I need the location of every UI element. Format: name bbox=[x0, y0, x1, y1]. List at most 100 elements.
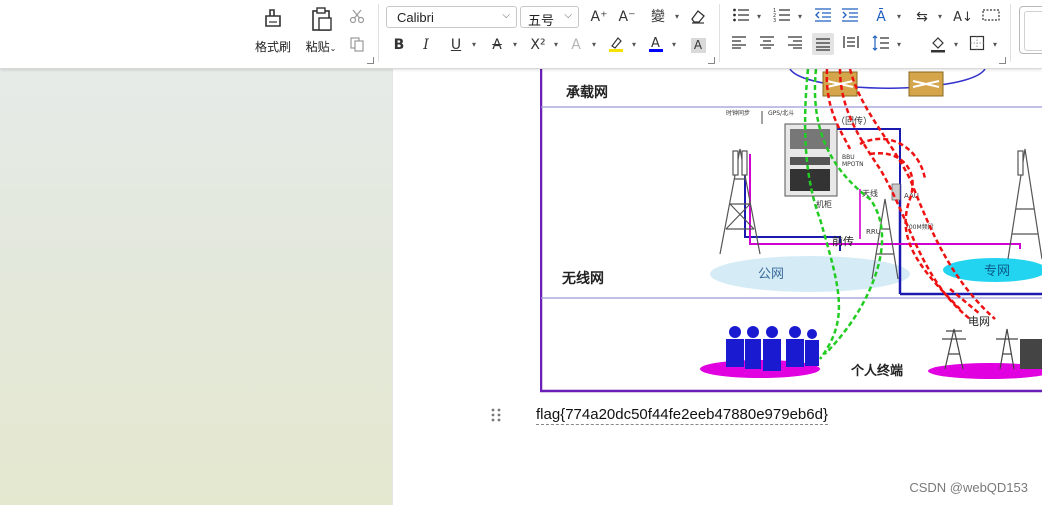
phonetic-icon: 變 bbox=[651, 9, 665, 25]
grid-label: 电网 bbox=[968, 315, 990, 328]
line-spacing-button[interactable]: ▾ bbox=[870, 35, 901, 55]
grow-font-icon: A⁺ bbox=[590, 9, 608, 25]
font-size-value: 五号 bbox=[528, 13, 555, 28]
terminal-label: 个人终端 bbox=[850, 363, 903, 379]
highlight-button[interactable]: ▾ bbox=[605, 35, 636, 55]
strikethrough-button[interactable]: A ▾ bbox=[486, 35, 517, 55]
text-direction-button[interactable]: ⇆ ▾ bbox=[911, 7, 942, 27]
strikethrough-icon: A bbox=[492, 37, 502, 53]
phonetic-guide-button[interactable]: 變 ▾ bbox=[646, 7, 679, 27]
ribbon-separator bbox=[378, 4, 379, 62]
bullets-button[interactable]: ▾ bbox=[730, 7, 761, 27]
left-margin-area bbox=[0, 69, 392, 505]
public-net-label: 公网 bbox=[758, 267, 784, 282]
ribbon-toolbar: 格式刷 粘贴⌄ Calibri ⌵ 五号 ⌵ A⁺ A⁻ 變 ▾ B I U ▾… bbox=[0, 0, 1042, 69]
font-name-select[interactable]: Calibri ⌵ bbox=[386, 6, 517, 28]
drag-handle-icon[interactable] bbox=[490, 408, 502, 422]
chevron-down-icon: ⌵ bbox=[502, 10, 510, 21]
italic-icon: I bbox=[423, 37, 429, 53]
decrease-indent-button[interactable] bbox=[812, 7, 834, 27]
align-right-button[interactable] bbox=[784, 35, 806, 55]
numbered-list-icon: 123 bbox=[773, 8, 790, 24]
outdent-icon bbox=[815, 8, 831, 22]
align-center-button[interactable] bbox=[756, 35, 778, 55]
styles-gallery[interactable] bbox=[1019, 6, 1042, 54]
bullet-list-icon bbox=[733, 8, 749, 22]
copy-button[interactable] bbox=[346, 36, 368, 56]
chinese-layout-button[interactable]: Ā ▾ bbox=[870, 7, 901, 27]
ribbon-separator bbox=[1010, 4, 1011, 62]
format-painter-icon bbox=[265, 9, 281, 27]
align-right-icon bbox=[788, 36, 802, 49]
shrink-font-button[interactable]: A⁻ bbox=[616, 7, 638, 27]
bold-button[interactable]: B bbox=[388, 35, 410, 55]
paragraph-marks-icon bbox=[982, 9, 1000, 21]
grow-font-button[interactable]: A⁺ bbox=[588, 7, 610, 27]
paste-button[interactable]: 粘贴⌄ bbox=[298, 4, 344, 58]
font-color-icon: A bbox=[649, 36, 663, 52]
svg-text:3: 3 bbox=[773, 18, 776, 23]
flag-paragraph[interactable]: flag{774a20dc50f44fe2eeb47880e979eb6d} bbox=[536, 405, 828, 425]
shrink-font-icon: A⁻ bbox=[618, 9, 636, 25]
distributed-button[interactable] bbox=[840, 35, 862, 55]
private-net-label: 专网 bbox=[984, 264, 1010, 279]
people-icon bbox=[726, 326, 819, 371]
sort-button[interactable]: A↓ bbox=[952, 7, 974, 27]
character-shading-button[interactable]: A bbox=[687, 35, 709, 55]
ribbon-separator bbox=[719, 4, 720, 62]
shading-button[interactable]: ▾ bbox=[927, 35, 958, 55]
highlighter-icon bbox=[609, 37, 623, 52]
mpotn-label: MPOTN bbox=[842, 161, 864, 168]
text-effect-icon: A bbox=[571, 37, 581, 53]
text-direction-icon: ⇆ bbox=[916, 9, 928, 25]
superscript-icon: X² bbox=[530, 37, 546, 53]
align-center-icon bbox=[760, 36, 774, 49]
svg-text:A: A bbox=[651, 36, 660, 51]
format-painter-label: 格式刷 bbox=[254, 40, 291, 54]
left-cell-tower-icon bbox=[719, 148, 761, 255]
scissors-icon bbox=[349, 9, 365, 24]
fronthaul-label: 前传 bbox=[832, 234, 854, 248]
font-size-select[interactable]: 五号 ⌵ bbox=[520, 6, 579, 28]
underline-button[interactable]: U ▾ bbox=[445, 35, 476, 55]
chevron-down-icon: ⌵ bbox=[564, 10, 572, 21]
font-name-value: Calibri bbox=[397, 10, 434, 25]
gps-label: GPS/北斗 bbox=[768, 109, 794, 117]
clear-format-button[interactable] bbox=[687, 7, 709, 27]
increase-indent-button[interactable] bbox=[839, 7, 861, 27]
public-network-cloud bbox=[710, 256, 910, 292]
layer-wireless-label: 无线网 bbox=[561, 270, 604, 287]
clipboard-group-launcher-icon[interactable] bbox=[367, 57, 374, 64]
indent-icon bbox=[842, 8, 858, 22]
power-tower-icon bbox=[942, 328, 1018, 370]
cut-button[interactable] bbox=[346, 8, 368, 28]
paint-bucket-icon bbox=[931, 37, 945, 53]
font-color-button[interactable]: A ▾ bbox=[645, 35, 676, 55]
substation-icon bbox=[1020, 339, 1042, 369]
format-painter-button[interactable]: 格式刷 bbox=[250, 4, 296, 58]
line-spacing-icon bbox=[872, 35, 889, 51]
justify-button[interactable] bbox=[812, 33, 834, 55]
paragraph-group-launcher-icon[interactable] bbox=[999, 57, 1006, 64]
paste-dropdown-icon[interactable]: ⌄ bbox=[330, 44, 337, 53]
chinese-layout-icon: Ā bbox=[876, 9, 886, 25]
align-left-button[interactable] bbox=[728, 35, 750, 55]
network-diagram-image: 承载网 无线网 公网 专网 前传 机柜 BBU MPOTN 时钟同步 GPS/北… bbox=[540, 69, 1042, 393]
align-left-icon bbox=[732, 36, 746, 49]
italic-button[interactable]: I bbox=[415, 35, 437, 55]
sort-icon: A↓ bbox=[953, 10, 973, 25]
show-marks-button[interactable] bbox=[980, 7, 1002, 27]
superscript-button[interactable]: X² ▾ bbox=[527, 35, 558, 55]
borders-button[interactable]: ▾ bbox=[966, 35, 997, 55]
numbering-button[interactable]: 123 ▾ bbox=[771, 7, 802, 27]
paste-label: 粘贴 bbox=[305, 40, 330, 54]
layer-carrier-label: 承载网 bbox=[566, 84, 608, 101]
watermark-text: CSDN @webQD153 bbox=[909, 480, 1028, 495]
clock-sync-label: 时钟同步 bbox=[726, 109, 750, 117]
text-effect-button[interactable]: A ▾ bbox=[565, 35, 596, 55]
cabinet-label: 机柜 bbox=[816, 199, 832, 209]
style-preview bbox=[1024, 11, 1042, 51]
paste-icon bbox=[312, 7, 332, 31]
font-group-launcher-icon[interactable] bbox=[708, 57, 715, 64]
character-shading-icon: A bbox=[690, 38, 706, 53]
